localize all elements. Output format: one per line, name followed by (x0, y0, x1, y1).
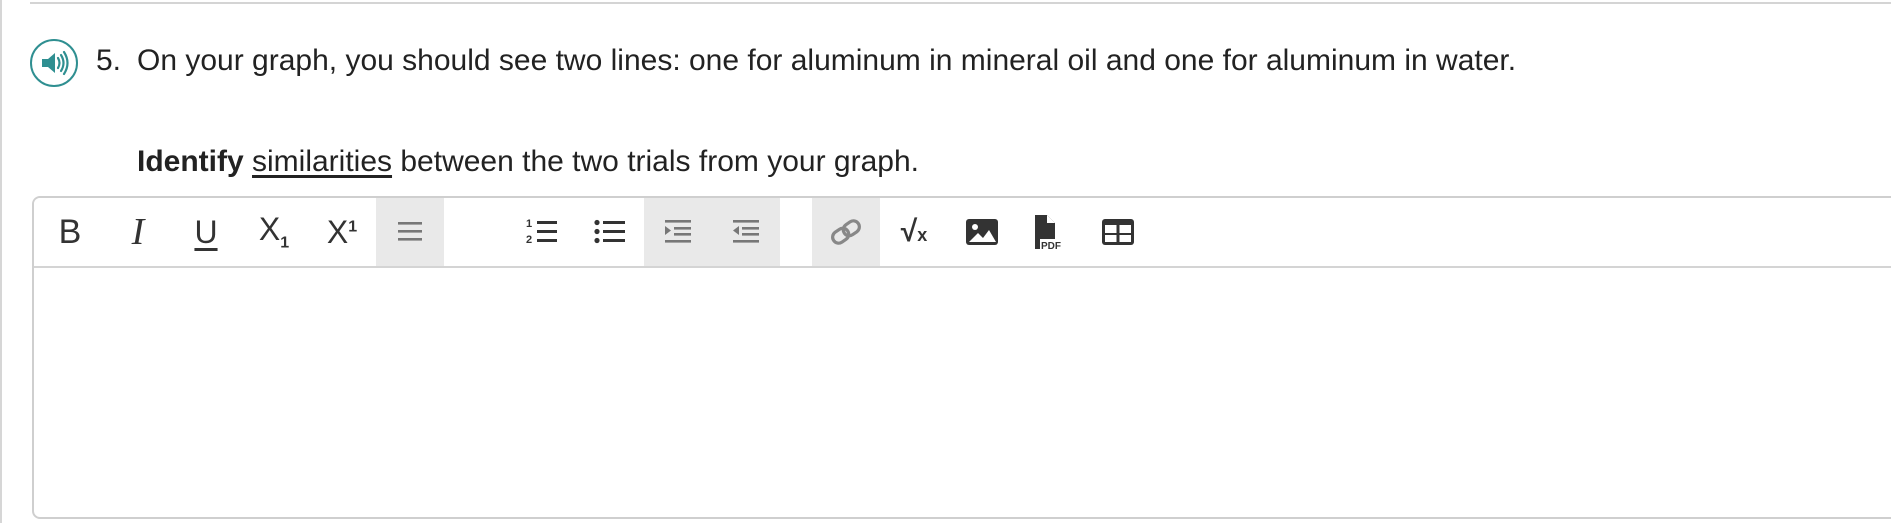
superscript-icon: X1 (327, 214, 357, 251)
image-button[interactable] (948, 198, 1016, 266)
italic-button[interactable]: I (104, 198, 172, 266)
table-icon (1102, 219, 1134, 245)
numbered-list-icon: 1 2 (526, 218, 557, 246)
superscript-mark: 1 (348, 217, 358, 235)
sqrt-x: x (917, 225, 928, 245)
read-aloud-button[interactable] (30, 39, 78, 87)
table-button[interactable] (1084, 198, 1152, 266)
indent-button[interactable] (644, 198, 712, 266)
link-button[interactable] (812, 198, 880, 266)
underline-button[interactable]: U (172, 198, 240, 266)
editor-content-area[interactable] (34, 268, 1891, 517)
question-number: 5. (96, 44, 122, 77)
link-icon (831, 219, 861, 245)
bulleted-list-icon (594, 219, 625, 244)
outdent-icon (733, 220, 759, 243)
answer-editor: B I U X1 X1 1 2 √x PDF (32, 196, 1891, 519)
align-icon (398, 222, 422, 241)
sqrt-symbol: √ (900, 215, 918, 248)
indent-icon (665, 220, 691, 243)
subscript-icon: X1 (259, 211, 289, 252)
question-instruction: Identify similarities between the two tr… (137, 145, 919, 179)
underline-icon: U (194, 214, 218, 250)
superscript-base: X (326, 213, 349, 250)
image-icon (966, 219, 998, 245)
top-divider (30, 2, 1891, 4)
outdent-button[interactable] (712, 198, 780, 266)
bold-button[interactable]: B (36, 198, 104, 266)
italic-icon: I (131, 211, 145, 253)
subscript-base: X (258, 211, 281, 248)
equation-icon: √x (901, 215, 927, 249)
instruction-rest: between the two trials from your graph. (400, 145, 919, 178)
superscript-button[interactable]: X1 (308, 198, 376, 266)
subscript-mark: 1 (280, 234, 290, 252)
numbered-list-button[interactable]: 1 2 (508, 198, 576, 266)
instruction-keyword: similarities (252, 145, 393, 178)
equation-button[interactable]: √x (880, 198, 948, 266)
align-button[interactable] (376, 198, 444, 266)
pdf-button[interactable]: PDF (1016, 198, 1084, 266)
pdf-label: PDF (1041, 241, 1061, 252)
svg-text:2: 2 (526, 234, 532, 246)
pdf-icon: PDF (1035, 215, 1061, 252)
editor-toolbar: B I U X1 X1 1 2 √x PDF (34, 198, 1891, 268)
speaker-icon (42, 50, 69, 76)
instruction-verb: Identify (137, 145, 244, 178)
bold-icon: B (58, 213, 82, 251)
question-text: On your graph, you should see two lines:… (137, 44, 1517, 77)
svg-text:1: 1 (526, 218, 532, 230)
bulleted-list-button[interactable] (576, 198, 644, 266)
subscript-button[interactable]: X1 (240, 198, 308, 266)
left-border (0, 0, 2, 523)
